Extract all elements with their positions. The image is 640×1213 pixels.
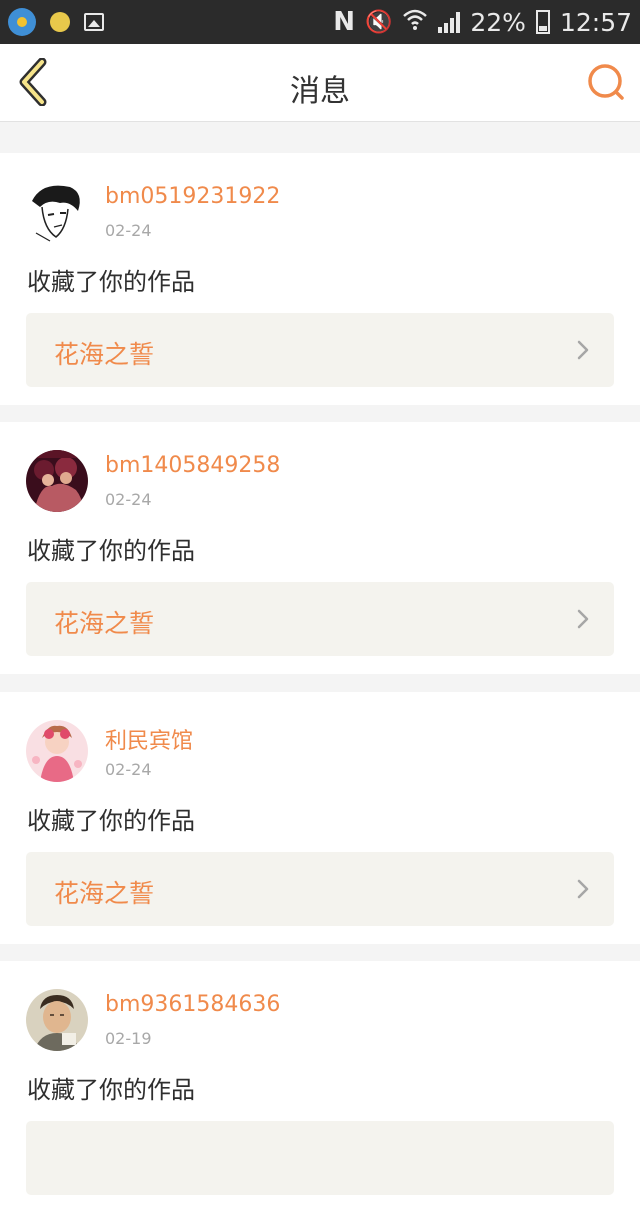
mute-icon: 🔇	[364, 9, 393, 35]
system-indicators: N 🔇 22% 12:57	[333, 6, 632, 38]
action-text: 收藏了你的作品	[27, 807, 195, 835]
action-text: 收藏了你的作品	[27, 268, 195, 296]
battery-percent: 22%	[470, 7, 526, 37]
wifi-icon	[402, 7, 428, 37]
message-date: 02-24	[105, 221, 152, 240]
user-name[interactable]: bm9361584636	[105, 992, 280, 1017]
message-date: 02-24	[105, 490, 152, 509]
avatar[interactable]	[26, 450, 88, 512]
message-date: 02-19	[105, 1029, 152, 1048]
avatar[interactable]	[26, 181, 88, 243]
action-text: 收藏了你的作品	[27, 1076, 195, 1104]
signal-icon	[438, 11, 461, 33]
message-card: 利民宾馆 02-24 收藏了你的作品 花海之誓	[0, 692, 640, 944]
chevron-right-icon	[577, 340, 589, 360]
user-name[interactable]: bm0519231922	[105, 184, 280, 209]
battery-icon	[535, 10, 550, 34]
notification-icons	[8, 8, 104, 36]
status-bar: N 🔇 22% 12:57	[0, 0, 640, 44]
message-card: bm1405849258 02-24 收藏了你的作品 花海之誓	[0, 422, 640, 674]
user-name[interactable]: 利民宾馆	[105, 723, 193, 755]
work-title: 花海之誓	[54, 340, 155, 369]
gallery-icon	[84, 13, 104, 31]
work-link[interactable]: 花海之誓	[26, 313, 614, 387]
weather-icon	[8, 8, 36, 36]
message-date: 02-24	[105, 760, 152, 779]
work-link[interactable]: 花海之誓	[26, 582, 614, 656]
avatar[interactable]	[26, 989, 88, 1051]
work-title: 花海之誓	[54, 879, 155, 908]
work-title: 花海之誓	[54, 609, 155, 638]
message-card: bm9361584636 02-19 收藏了你的作品	[0, 961, 640, 1213]
action-text: 收藏了你的作品	[27, 537, 195, 565]
work-link[interactable]	[26, 1121, 614, 1195]
nav-bar: 消息	[0, 44, 640, 122]
notification-dot-icon	[50, 12, 70, 32]
nfc-icon: N	[333, 7, 355, 37]
work-link[interactable]: 花海之誓	[26, 852, 614, 926]
search-icon	[588, 64, 624, 100]
chevron-right-icon	[577, 879, 589, 899]
message-card: bm0519231922 02-24 收藏了你的作品 花海之誓	[0, 153, 640, 405]
avatar[interactable]	[26, 720, 88, 782]
search-button[interactable]	[586, 62, 626, 102]
chevron-right-icon	[577, 609, 589, 629]
user-name[interactable]: bm1405849258	[105, 453, 280, 478]
page-title: 消息	[290, 74, 350, 109]
clock: 12:57	[559, 7, 632, 37]
